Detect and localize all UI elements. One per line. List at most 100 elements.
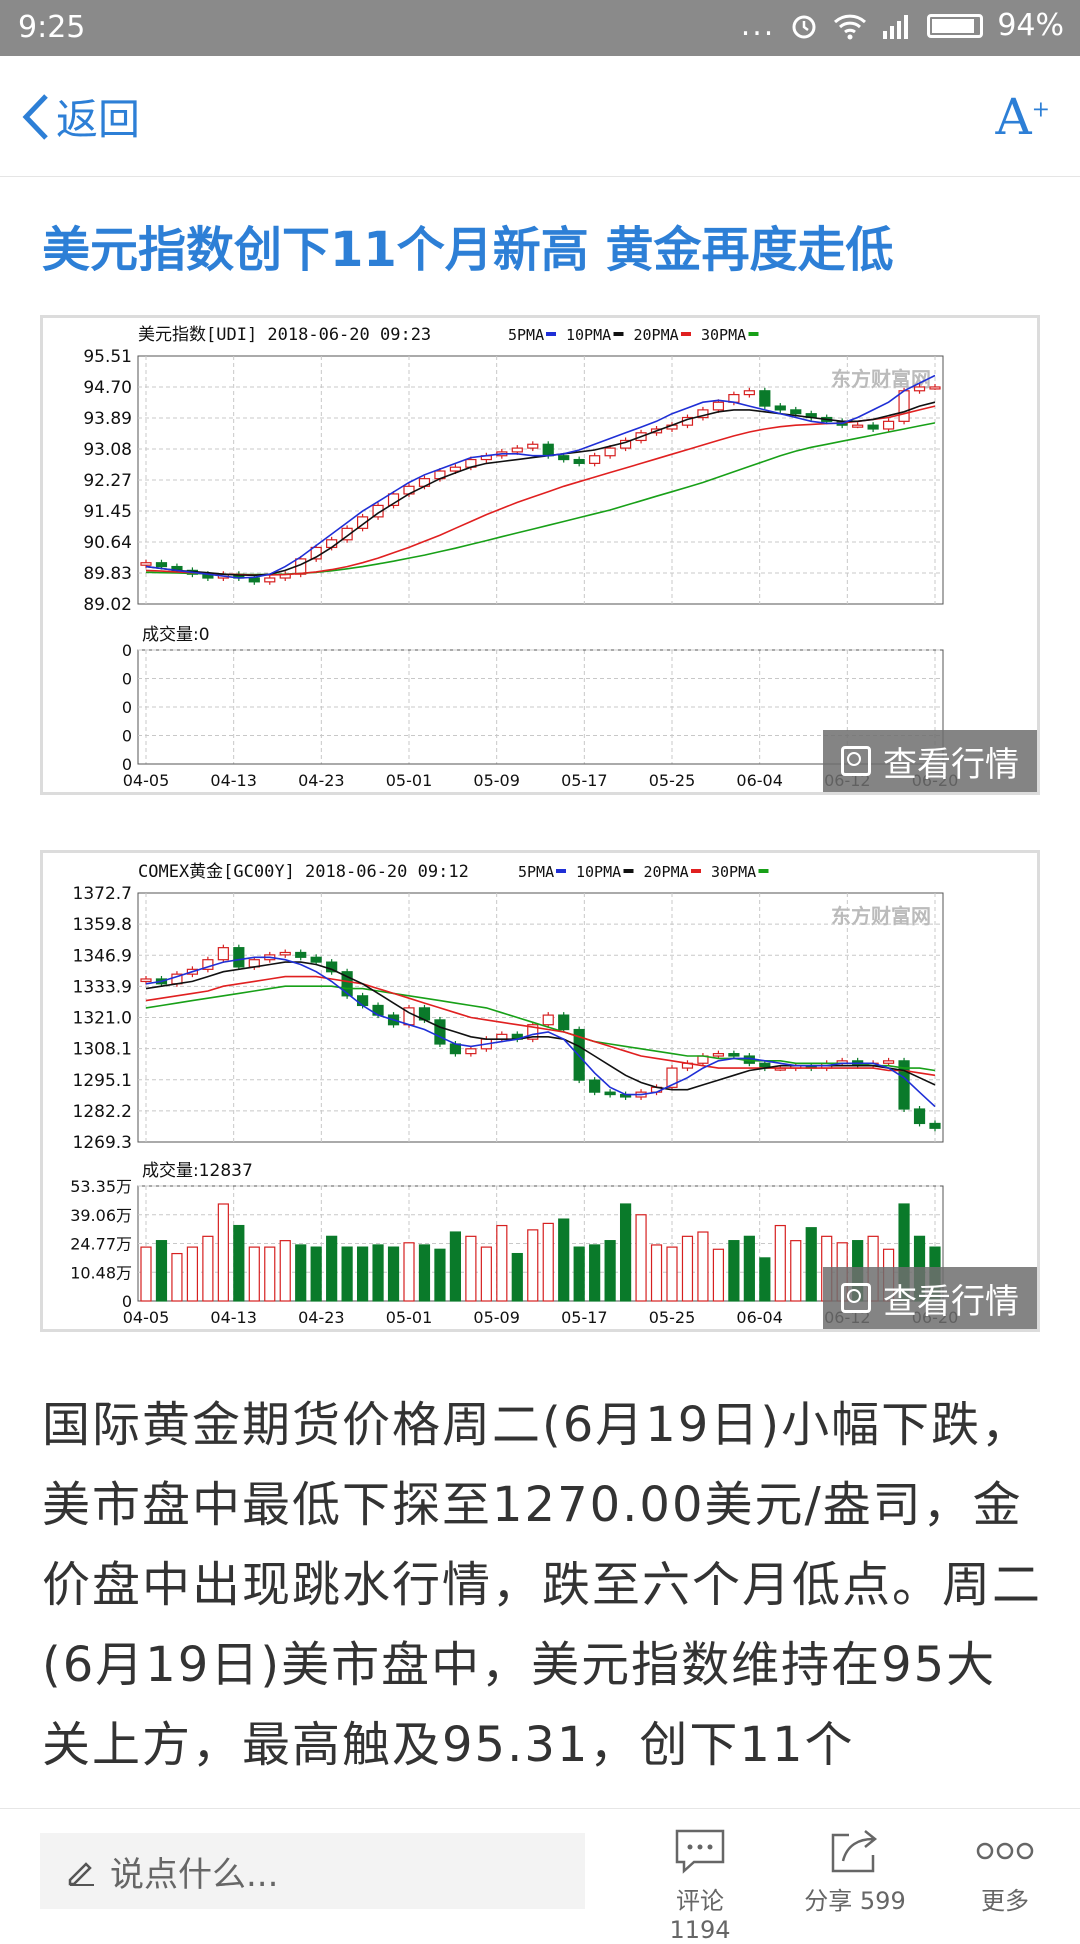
- volume-tick-label: 39.06万: [70, 1206, 132, 1225]
- volume-bar: [480, 1246, 492, 1302]
- y-tick-label: 1372.7: [73, 884, 132, 904]
- y-tick-label: 89.83: [83, 564, 132, 584]
- volume-bar: [217, 1203, 229, 1302]
- candle-body: [913, 1108, 926, 1125]
- candle-body: [929, 386, 941, 390]
- legend-label: 20PMA: [634, 326, 679, 344]
- volume-bar: [264, 1246, 276, 1302]
- volume-bar: [155, 1240, 168, 1302]
- volume-bar: [434, 1248, 446, 1302]
- candle-body: [558, 1014, 570, 1031]
- x-tick-label: 05-17: [561, 771, 608, 790]
- more-label: 更多: [981, 1887, 1029, 1915]
- x-tick-label: 04-23: [298, 1308, 345, 1327]
- x-tick-label: 05-09: [473, 1308, 519, 1327]
- candle-body: [434, 1019, 446, 1045]
- volume-bar: [604, 1240, 616, 1302]
- volume-bar: [650, 1244, 663, 1302]
- volume-tick-label: 24.77万: [70, 1235, 132, 1254]
- volume-bar: [341, 1246, 353, 1302]
- candle-body: [589, 1079, 601, 1093]
- volume-bar: [279, 1240, 291, 1302]
- volume-tick-label: 0: [122, 727, 132, 746]
- volume-tick-label: 0: [122, 670, 132, 689]
- comment-input[interactable]: 说点什么...: [40, 1833, 585, 1909]
- volume-bar: [186, 1246, 199, 1302]
- article-body: 国际黄金期货价格周二(6月19日)小幅下跌，美市盘中最低下探至1270.00美元…: [42, 1397, 1042, 1773]
- x-tick-label: 06-04: [736, 1308, 783, 1327]
- x-tick-label: 05-25: [649, 771, 696, 790]
- legend-swatch: [613, 332, 624, 336]
- comment-count: 评论 1194: [669, 1887, 731, 1944]
- legend-swatch: [758, 869, 769, 873]
- back-button[interactable]: 返回: [20, 86, 140, 147]
- volume-tick-label: 10.48万: [70, 1263, 132, 1282]
- candle-body: [295, 951, 307, 958]
- y-tick-label: 1333.9: [73, 977, 132, 997]
- legend-label: 5PMA: [518, 863, 554, 881]
- y-tick-label: 92.27: [83, 471, 132, 491]
- candle-body: [217, 947, 229, 961]
- volume-bar: [171, 1252, 183, 1302]
- view-quote-button[interactable]: 查看行情: [823, 730, 1037, 792]
- candle-body: [558, 455, 570, 461]
- y-tick-label: 1308.1: [73, 1040, 132, 1060]
- candle-body: [604, 1091, 616, 1096]
- share-button[interactable]: 分享 599: [800, 1821, 910, 1916]
- volume-tick-label: 0: [122, 698, 132, 717]
- y-tick-label: 89.02: [83, 595, 132, 615]
- volume-bar: [527, 1229, 539, 1302]
- legend-label: 10PMA: [576, 863, 621, 881]
- status-bar: 9:25 ... 94%: [0, 0, 1080, 56]
- candle-body: [449, 1043, 462, 1055]
- candle-body: [867, 424, 879, 430]
- y-tick-label: 93.08: [83, 440, 132, 460]
- volume-bar: [310, 1246, 322, 1302]
- legend-label: 30PMA: [711, 863, 756, 881]
- gold-chart-svg: COMEX黄金[GC00Y] 2018-06-20 09:12 5PMA 10PMA…: [70, 862, 958, 1327]
- usd-index-chart[interactable]: 美元指数[UDI] 2018-06-20 09:23 5PMA 10PMA 20PMA…: [40, 315, 1040, 795]
- volume-bar: [295, 1244, 307, 1302]
- view-quote-button[interactable]: 查看行情: [823, 1267, 1037, 1329]
- volume-bar: [790, 1240, 802, 1302]
- y-tick-label: 94.70: [83, 378, 132, 398]
- signal-icon: [883, 14, 909, 39]
- candle-body: [882, 1060, 895, 1064]
- volume-bar: [542, 1222, 554, 1302]
- pencil-icon: [68, 1862, 94, 1886]
- volume-label: 成交量:12837: [142, 1161, 253, 1181]
- volume-bar: [558, 1218, 570, 1302]
- volume-tick-label: 0: [122, 1292, 132, 1311]
- wifi-icon: [834, 14, 867, 39]
- comment-button[interactable]: 评论 1194: [645, 1821, 755, 1944]
- watermark: 东方财富网: [831, 904, 931, 928]
- chart-header: 美元指数[UDI] 2018-06-20 09:23: [138, 325, 431, 345]
- volume-bar: [635, 1214, 647, 1302]
- gold-chart[interactable]: COMEX黄金[GC00Y] 2018-06-20 09:12 5PMA 10PMA…: [40, 850, 1040, 1332]
- x-tick-label: 04-13: [210, 771, 257, 790]
- volume-bar: [356, 1246, 369, 1302]
- legend-swatch: [556, 869, 566, 873]
- x-tick-label: 05-01: [386, 1308, 433, 1327]
- candle-body: [929, 1122, 941, 1129]
- legend-swatch: [681, 332, 691, 336]
- legend-label: 20PMA: [644, 863, 689, 881]
- candle-body: [759, 390, 771, 407]
- candle-body: [743, 390, 755, 396]
- candle-body: [604, 447, 616, 457]
- more-button[interactable]: 更多: [960, 1821, 1050, 1916]
- legend-swatch: [691, 869, 701, 873]
- more-icon: [976, 1842, 1034, 1860]
- legend-swatch: [623, 869, 634, 873]
- x-tick-label: 05-01: [386, 771, 433, 790]
- volume-bar: [728, 1240, 740, 1302]
- candle-body: [589, 455, 601, 464]
- candle-body: [465, 1048, 477, 1055]
- y-tick-label: 91.45: [83, 502, 132, 522]
- volume-bar: [511, 1252, 523, 1302]
- candle-body: [712, 1053, 725, 1057]
- y-tick-label: 95.51: [83, 347, 132, 367]
- volume-bar: [743, 1235, 755, 1302]
- alarm-icon: [792, 15, 816, 38]
- font-size-button[interactable]: A+: [995, 88, 1050, 146]
